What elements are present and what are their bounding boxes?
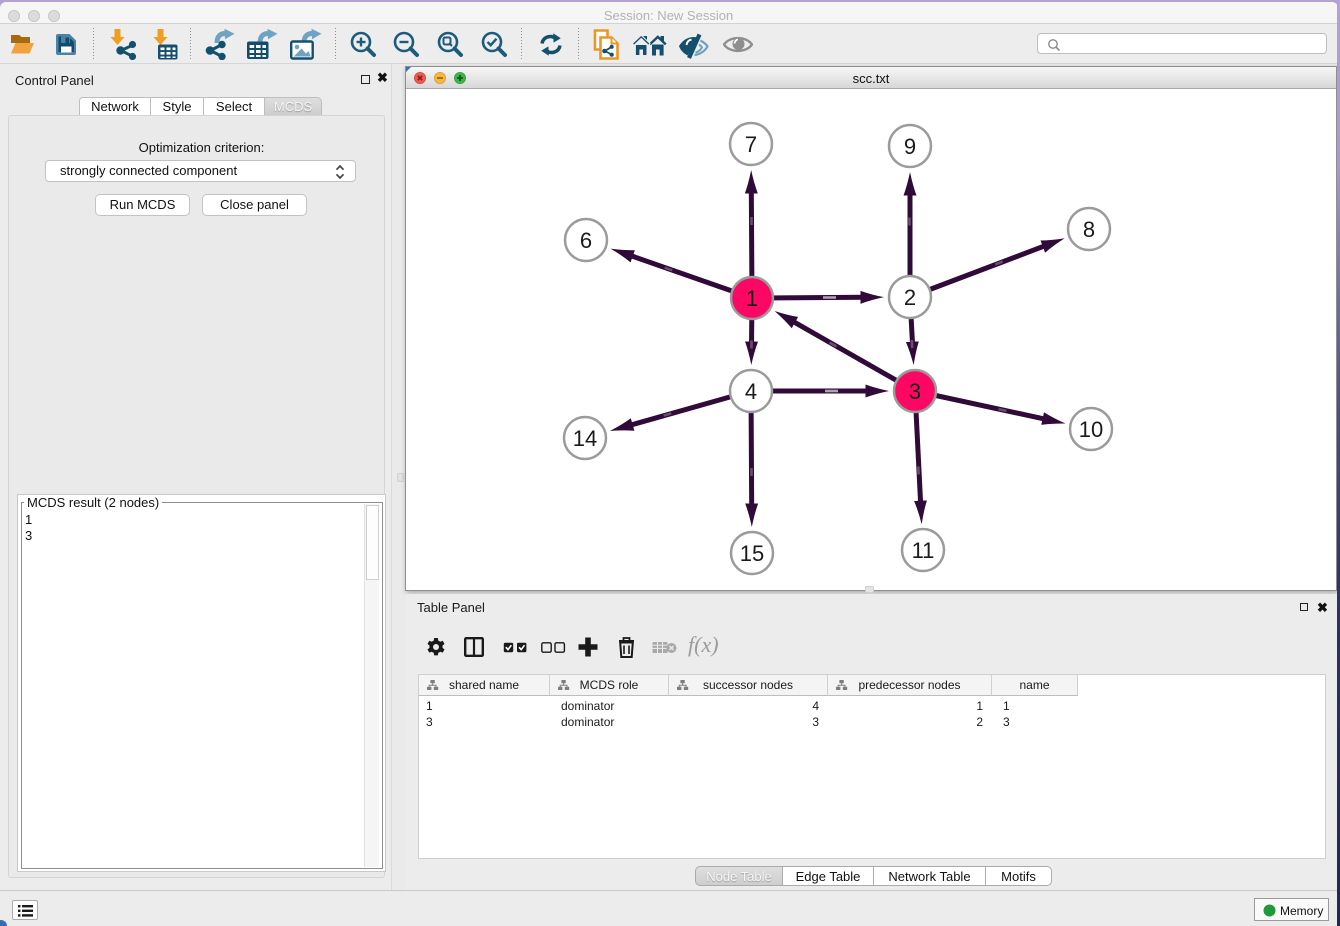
svg-text:14: 14 xyxy=(573,426,597,451)
svg-text:2: 2 xyxy=(904,285,916,310)
svg-text:10: 10 xyxy=(1079,417,1103,442)
svg-text:9: 9 xyxy=(904,134,916,159)
svg-text:8: 8 xyxy=(1083,217,1095,242)
svg-text:7: 7 xyxy=(745,132,757,157)
svg-text:1: 1 xyxy=(746,286,758,311)
svg-text:15: 15 xyxy=(740,541,764,566)
svg-text:3: 3 xyxy=(909,379,921,404)
svg-text:6: 6 xyxy=(580,228,592,253)
svg-text:4: 4 xyxy=(745,379,757,404)
svg-text:11: 11 xyxy=(912,538,935,563)
